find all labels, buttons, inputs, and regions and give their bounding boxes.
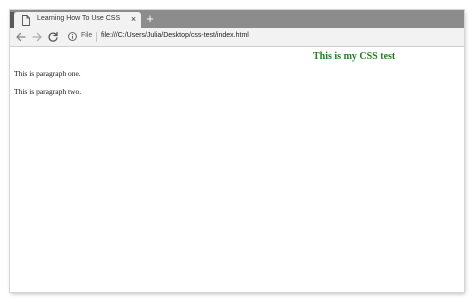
address-divider: [96, 32, 97, 42]
paragraph-one: This is paragraph one.: [14, 69, 81, 78]
reload-icon[interactable]: [46, 30, 60, 44]
forward-arrow-icon[interactable]: [30, 30, 44, 44]
file-scheme-label: File: [81, 32, 93, 39]
browser-window: Learning How To Use CSS × + File file://…: [10, 10, 464, 292]
tab-close-icon[interactable]: ×: [128, 14, 139, 25]
browser-toolbar: File file:///C:/Users/Julia/Desktop/css-…: [10, 28, 464, 47]
tab-title: Learning How To Use CSS: [37, 15, 121, 22]
info-icon[interactable]: [68, 32, 77, 41]
new-tab-button[interactable]: +: [143, 12, 157, 26]
page-content: This is my CSS test This is paragraph on…: [10, 47, 464, 292]
paragraph-two: This is paragraph two.: [14, 87, 82, 96]
back-arrow-icon[interactable]: [14, 30, 28, 44]
page-icon: [22, 15, 30, 26]
address-bar[interactable]: file:///C:/Users/Julia/Desktop/css-test/…: [101, 32, 249, 39]
page-heading: This is my CSS test: [313, 51, 396, 62]
browser-tab[interactable]: Learning How To Use CSS ×: [10, 12, 141, 30]
tab-strip: Learning How To Use CSS × +: [10, 10, 464, 30]
